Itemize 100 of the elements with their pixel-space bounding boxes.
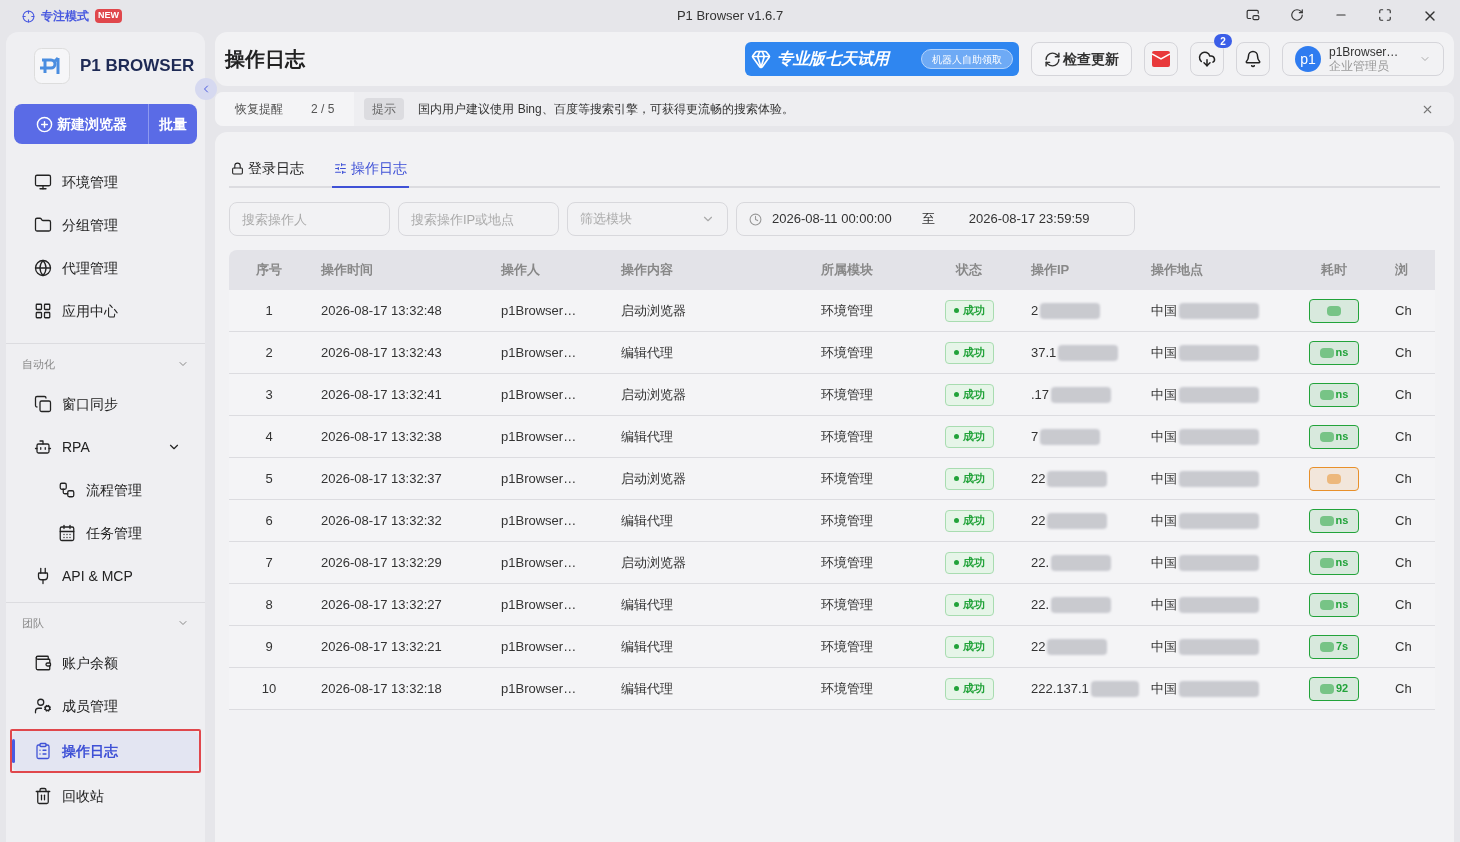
table-cell-text: 启动浏览器 (621, 469, 686, 488)
redaction-mask (1051, 386, 1112, 403)
table-cell-text: Ch (1395, 511, 1412, 530)
table-cell-text: 环境管理 (821, 385, 873, 404)
check-update-button[interactable]: 检查更新 (1031, 42, 1132, 76)
download-count-badge: 2 (1214, 34, 1232, 48)
pip-icon[interactable] (1246, 8, 1260, 22)
table-cell-text: p1Browser… (501, 343, 577, 362)
table-cell-text: 4 (265, 427, 273, 446)
redaction-mask (1047, 512, 1108, 529)
section-title: 自动化 (22, 356, 55, 372)
table-cell-text: 22 (1031, 637, 1046, 656)
window-title: P1 Browser v1.6.7 (675, 7, 785, 26)
sidebar-item[interactable]: 环境管理 (12, 162, 199, 202)
table-cell-text: Ch (1395, 637, 1412, 656)
table-cell-text: 中国 (1151, 469, 1177, 488)
sidebar-item[interactable]: 成员管理 (12, 686, 199, 726)
date-range-field[interactable]: 2026-08-11 00:00:00 至 2026-08-17 23:59:59 (736, 202, 1135, 236)
table-cell-text: 环境管理 (821, 553, 873, 572)
new-browser-button[interactable]: 新建浏览器 (14, 104, 149, 144)
user-icon (34, 697, 52, 715)
sidebar-item[interactable]: 回收站 (12, 776, 199, 816)
sidebar-item[interactable]: 应用中心 (12, 291, 199, 331)
redaction-mask (1051, 554, 1112, 571)
table-cell-text: 环境管理 (821, 343, 873, 362)
batch-button[interactable]: 批量 (149, 104, 197, 144)
table-cell-text: 2026-08-17 13:32:18 (321, 679, 442, 698)
table-cell-text: .17 (1031, 385, 1050, 404)
refresh-icon (1044, 50, 1061, 68)
table-cell-text: 中国 (1151, 553, 1177, 572)
column-header: 状态 (956, 261, 982, 280)
table-cell-text: 中国 (1151, 595, 1177, 614)
column-header: 操作内容 (621, 261, 673, 280)
refresh-icon[interactable] (1290, 8, 1304, 22)
lock-icon (231, 161, 244, 175)
table-cell-text: 3 (265, 385, 273, 404)
log-tab[interactable]: 操作日志 (332, 150, 409, 188)
table-cell-text: 环境管理 (821, 301, 873, 320)
focus-mode-link[interactable]: 专注模式 (41, 7, 89, 25)
operator-search-field[interactable]: 搜索操作人 (229, 202, 390, 236)
column-header: 浏 (1395, 261, 1408, 280)
table-cell-text: Ch (1395, 301, 1412, 320)
table-cell-text: 环境管理 (821, 595, 873, 614)
page-title: 操作日志 (225, 47, 306, 72)
duration-tag: ns (1309, 508, 1359, 533)
envelope-icon (1152, 51, 1170, 67)
table-cell-text: 10 (261, 679, 277, 698)
duration-tag: ns (1309, 424, 1359, 449)
ip-search-field[interactable]: 搜索操作IP或地点 (398, 202, 559, 236)
table-cell-text: p1Browser… (501, 511, 577, 530)
table-cell-text: p1Browser… (501, 679, 577, 698)
sidebar-item[interactable]: 账户余额 (12, 643, 199, 683)
table-cell-text: 中国 (1151, 343, 1177, 362)
status-tag: 成功 (944, 383, 994, 406)
logo-text: P1 BROWSER (80, 55, 195, 78)
notice-label: 恢复提醒 (235, 101, 283, 118)
table-cell-text: 2026-08-17 13:32:32 (321, 511, 442, 530)
redaction-mask (1058, 344, 1119, 361)
wallet-icon (34, 654, 52, 672)
sidebar-item[interactable]: 窗口同步 (12, 384, 199, 424)
log-tab[interactable]: 登录日志 (229, 150, 306, 188)
sidebar-item[interactable]: 任务管理 (12, 513, 199, 553)
duration-tag: 7s (1309, 634, 1359, 659)
bell-icon (1244, 50, 1262, 68)
notification-button[interactable] (1236, 42, 1270, 76)
column-header: 所属模块 (821, 261, 873, 280)
table-cell-text: Ch (1395, 595, 1412, 614)
sidebar-item[interactable]: RPA (12, 427, 199, 467)
table-cell-text: 启动浏览器 (621, 301, 686, 320)
table-cell-text: 编辑代理 (621, 427, 673, 446)
status-tag: 成功 (944, 635, 994, 658)
table-cell-text: p1Browser… (501, 595, 577, 614)
duration-tag: ns (1309, 382, 1359, 407)
status-tag: 成功 (944, 593, 994, 616)
duration-tag: ns (1309, 592, 1359, 617)
table-cell-text: 中国 (1151, 427, 1177, 446)
plus-icon (35, 115, 53, 133)
sidebar-item[interactable]: 流程管理 (12, 470, 199, 510)
status-tag: 成功 (944, 509, 994, 532)
status-tag: 成功 (944, 341, 994, 364)
duration-tag: 92 (1309, 676, 1359, 701)
table-cell-text: 9 (265, 637, 273, 656)
maximize-icon[interactable] (1378, 8, 1392, 22)
table-cell-text: 2026-08-17 13:32:29 (321, 553, 442, 572)
sidebar-item[interactable]: 操作日志 (12, 731, 199, 771)
table-cell-text: Ch (1395, 553, 1412, 572)
envelope-button[interactable] (1144, 42, 1178, 76)
table-cell-text: Ch (1395, 427, 1412, 446)
table-cell-text: p1Browser… (501, 427, 577, 446)
promo-banner[interactable]: 专业版七天试用 机器人自助领取 (745, 42, 1019, 76)
sidebar-item[interactable]: 代理管理 (12, 248, 199, 288)
table-cell-text: 2 (265, 343, 273, 362)
promo-text: 专业版七天试用 (777, 49, 889, 69)
duration-tag: ns (1309, 550, 1359, 575)
table-cell-text: 中国 (1151, 385, 1177, 404)
sidebar-item[interactable]: 分组管理 (12, 205, 199, 245)
user-menu[interactable]: p1 p1Browser… 企业管理员 (1282, 42, 1444, 76)
section-title: 团队 (22, 615, 44, 631)
sidebar-item[interactable]: API & MCP (12, 556, 199, 596)
grid-icon (34, 302, 52, 320)
